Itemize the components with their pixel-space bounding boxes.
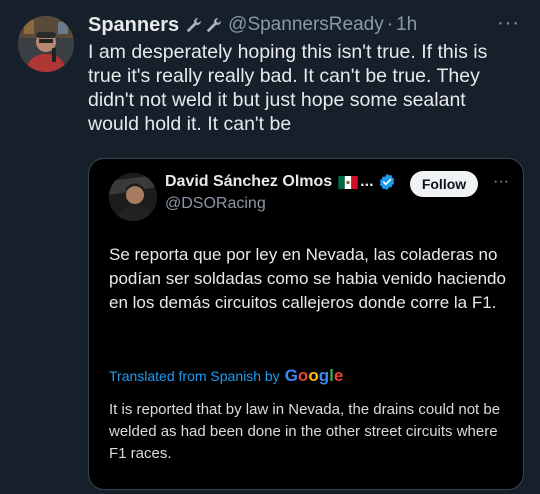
tweet-header: Spanners @SpannersReady · 1h <box>88 12 417 38</box>
follow-button[interactable]: Follow <box>410 171 478 197</box>
name-truncation: ... <box>360 173 374 190</box>
quoted-tweet-text: Se reporta que por ley en Nevada, las co… <box>109 245 506 312</box>
avatar-image <box>18 16 74 72</box>
spanner-emoji-pair <box>185 17 222 34</box>
tweet-time[interactable]: 1h <box>396 14 417 36</box>
quoted-tweet-card[interactable]: David Sánchez Olmos ... @DSORacing Follo… <box>88 158 524 490</box>
translated-label: Translated from Spanish by <box>109 368 280 384</box>
mexico-flag-icon <box>338 175 358 189</box>
time-separator: · <box>386 14 394 35</box>
more-horizontal-icon[interactable]: ··· <box>497 12 520 35</box>
author-name[interactable]: Spanners <box>88 14 179 37</box>
author-handle[interactable]: @SpannersReady <box>228 14 384 36</box>
quoted-name-row: David Sánchez Olmos ... <box>165 173 396 191</box>
spanner-icon <box>206 17 221 32</box>
quoted-author-handle[interactable]: @DSORacing <box>165 195 266 213</box>
tweet-text: I am desperately hoping this isn't true.… <box>88 41 488 135</box>
quoted-author-name[interactable]: David Sánchez Olmos <box>165 173 332 191</box>
translated-text: It is reported that by law in Nevada, th… <box>109 401 501 462</box>
avatar-image <box>109 173 157 221</box>
quoted-author-avatar[interactable] <box>109 173 157 221</box>
translation-attribution[interactable]: Translated from Spanish by Google <box>109 366 343 386</box>
author-avatar[interactable] <box>18 16 74 72</box>
more-horizontal-icon[interactable]: ··· <box>493 173 509 191</box>
google-logo: Google <box>284 366 344 385</box>
spanner-icon <box>186 17 201 32</box>
verified-badge-icon <box>379 173 394 191</box>
